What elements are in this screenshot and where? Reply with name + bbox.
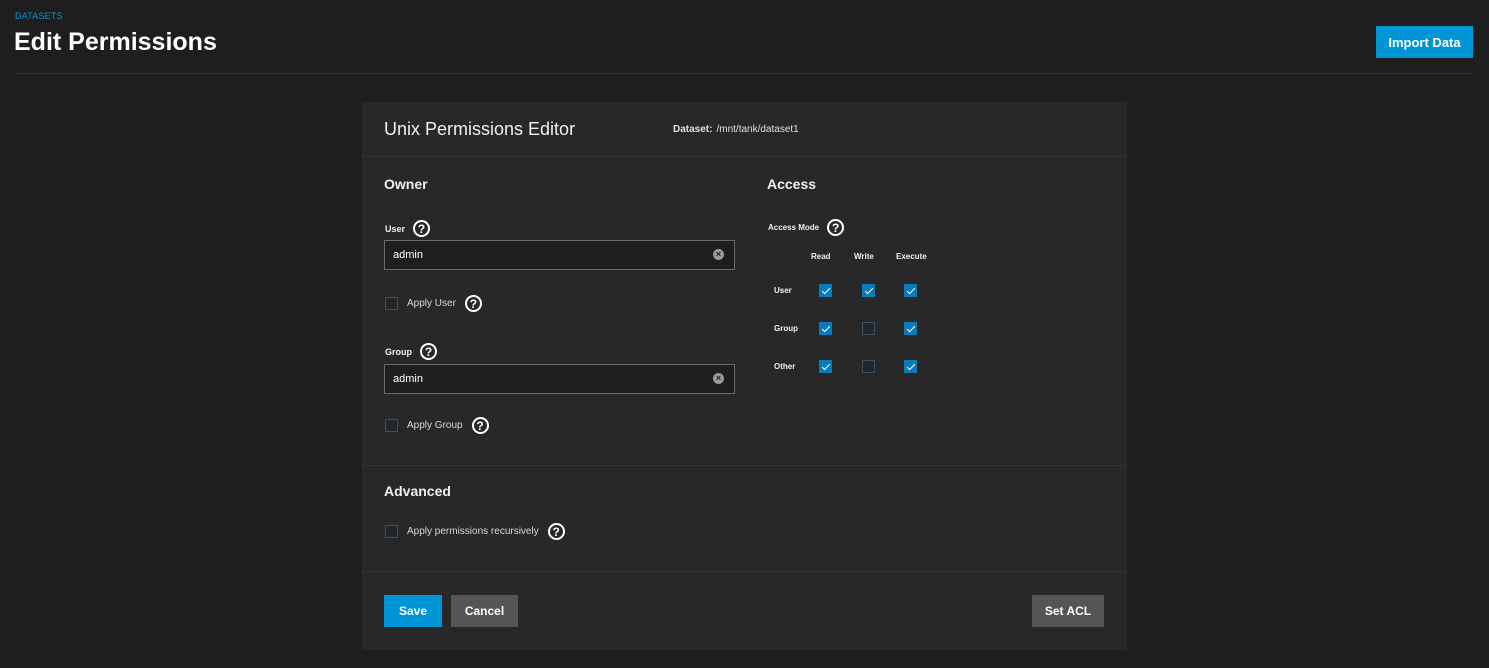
recursive-checkbox[interactable] xyxy=(385,525,398,538)
dataset-info: Dataset:/mnt/tank/dataset1 xyxy=(673,124,799,135)
group-read-checkbox[interactable] xyxy=(819,322,832,335)
user-input[interactable]: admin × xyxy=(384,240,735,270)
row-group-label: Group xyxy=(774,324,798,333)
access-mode-label: Access Mode xyxy=(768,223,820,232)
cancel-button[interactable]: Cancel xyxy=(451,595,518,627)
owner-section-title: Owner xyxy=(384,176,428,192)
card-header: Unix Permissions Editor Dataset:/mnt/tan… xyxy=(362,102,1127,157)
other-write-checkbox[interactable] xyxy=(862,360,875,373)
access-mode-label-row: Access Mode ? xyxy=(768,219,845,236)
group-input-value: admin xyxy=(393,373,423,385)
user-write-checkbox[interactable] xyxy=(862,284,875,297)
recursive-checkbox-row[interactable]: Apply permissions recursively ? xyxy=(385,523,565,540)
access-mode-help-icon[interactable]: ? xyxy=(827,219,845,236)
page-title: Edit Permissions xyxy=(14,28,217,56)
group-write-checkbox[interactable] xyxy=(862,322,875,335)
column-read: Read xyxy=(811,252,831,261)
column-execute: Execute xyxy=(896,252,927,261)
user-help-icon[interactable]: ? xyxy=(413,220,431,237)
recursive-label: Apply permissions recursively xyxy=(407,526,539,537)
editor-title: Unix Permissions Editor xyxy=(384,119,576,139)
recursive-help-icon[interactable]: ? xyxy=(547,523,565,540)
user-read-checkbox[interactable] xyxy=(819,284,832,297)
other-read-checkbox[interactable] xyxy=(819,360,832,373)
save-button[interactable]: Save xyxy=(384,595,442,627)
section-divider xyxy=(362,465,1127,466)
import-data-button[interactable]: Import Data xyxy=(1376,26,1473,58)
group-field-label: Group ? xyxy=(385,343,437,360)
group-label: Group xyxy=(385,346,412,357)
group-input[interactable]: admin × xyxy=(384,364,735,394)
user-clear-icon[interactable]: × xyxy=(713,249,724,260)
user-label: User xyxy=(385,223,406,234)
dataset-path: /mnt/tank/dataset1 xyxy=(716,124,799,135)
advanced-section-title: Advanced xyxy=(384,483,451,499)
apply-user-checkbox-row[interactable]: Apply User ? xyxy=(385,295,482,312)
permissions-card: Unix Permissions Editor Dataset:/mnt/tan… xyxy=(362,102,1127,650)
apply-user-checkbox[interactable] xyxy=(385,297,398,310)
breadcrumb[interactable]: DATASETS xyxy=(15,11,63,21)
row-other-label: Other xyxy=(774,362,796,371)
column-write: Write xyxy=(854,252,874,261)
apply-group-checkbox-row[interactable]: Apply Group ? xyxy=(385,417,489,434)
header-divider xyxy=(15,73,1473,74)
group-execute-checkbox[interactable] xyxy=(904,322,917,335)
user-execute-checkbox[interactable] xyxy=(904,284,917,297)
apply-user-help-icon[interactable]: ? xyxy=(464,295,482,312)
set-acl-button[interactable]: Set ACL xyxy=(1032,595,1104,627)
dataset-label: Dataset: xyxy=(673,124,713,135)
user-field-label: User ? xyxy=(385,220,431,237)
user-input-value: admin xyxy=(393,249,423,261)
access-section-title: Access xyxy=(767,176,817,192)
apply-group-help-icon[interactable]: ? xyxy=(471,417,489,434)
apply-group-checkbox[interactable] xyxy=(385,419,398,432)
actions-divider xyxy=(362,571,1127,572)
group-clear-icon[interactable]: × xyxy=(713,373,724,384)
apply-group-label: Apply Group xyxy=(407,420,463,431)
apply-user-label: Apply User xyxy=(407,298,456,309)
other-execute-checkbox[interactable] xyxy=(904,360,917,373)
group-help-icon[interactable]: ? xyxy=(420,343,437,360)
row-user-label: User xyxy=(774,286,792,295)
